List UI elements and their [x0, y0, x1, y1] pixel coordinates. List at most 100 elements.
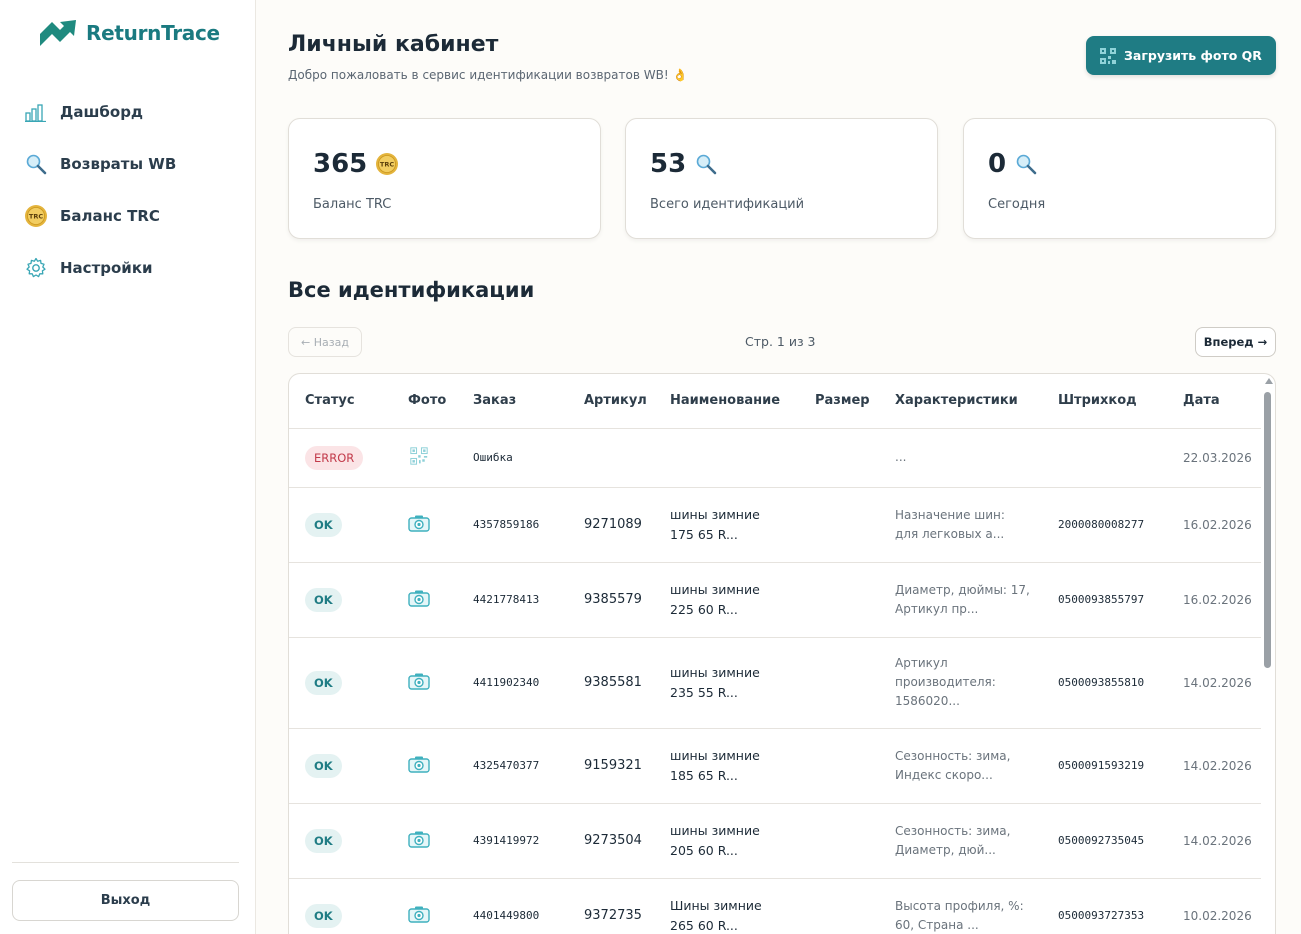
status-cell: OK	[289, 562, 392, 638]
status-badge: OK	[305, 512, 342, 537]
column-header[interactable]: Характеристики	[879, 374, 1042, 429]
column-header[interactable]: Наименование	[654, 374, 799, 429]
sidebar-item-balance[interactable]: TRC Баланс TRC	[0, 190, 255, 242]
camera-icon[interactable]	[408, 590, 430, 610]
characteristics-cell: Сезонность: зима, Индекс скоро...	[879, 728, 1042, 804]
name-text: шины зимние 235 55 R...	[670, 664, 760, 700]
column-header[interactable]: Штрихкод	[1042, 374, 1167, 429]
photo-cell[interactable]	[392, 803, 457, 879]
characteristics-text: Артикул производителя: 1586020...	[895, 656, 996, 708]
stat-label: Баланс TRC	[313, 197, 392, 212]
photo-cell[interactable]	[392, 562, 457, 638]
column-header[interactable]: Артикул	[568, 374, 654, 429]
return-arrow-logo-icon	[40, 20, 76, 46]
sidebar-item-returns[interactable]: Возвраты WB	[0, 138, 255, 190]
size-cell	[799, 878, 879, 934]
column-header[interactable]: Фото	[392, 374, 457, 429]
size-cell	[799, 562, 879, 638]
table-scrollbar[interactable]	[1262, 376, 1274, 934]
article-cell: 9385581	[568, 637, 654, 729]
sidebar-item-dashboard[interactable]: Дашборд	[0, 86, 255, 138]
characteristics-cell: Назначение шин: для легковых а...	[879, 487, 1042, 563]
date-cell: 16.02.2026	[1167, 487, 1261, 563]
scroll-up-arrow-icon[interactable]	[1265, 378, 1273, 384]
size-cell	[799, 428, 879, 488]
photo-cell[interactable]	[392, 428, 457, 488]
article-cell: 9372735	[568, 878, 654, 934]
photo-cell[interactable]	[392, 487, 457, 563]
column-header[interactable]: Статус	[289, 374, 392, 429]
name-cell: шины зимние 225 60 R...	[654, 562, 799, 638]
name-cell: шины зимние 205 60 R...	[654, 803, 799, 879]
table-header-row: Статус Фото Заказ Артикул Наименование Р…	[289, 374, 1261, 429]
date-cell: 14.02.2026	[1167, 728, 1261, 804]
magnifier-icon	[24, 152, 48, 176]
order-cell: 4421778413	[457, 562, 568, 638]
name-text: шины зимние 225 60 R...	[670, 581, 760, 617]
trc-coin-icon: TRC	[24, 204, 48, 228]
table-row[interactable]: OK 4411902340 9385581 шины зимние 235 55 R.…	[289, 637, 1261, 729]
barcode-cell: 2000080008277	[1042, 487, 1167, 563]
size-cell	[799, 803, 879, 879]
status-cell: OK	[289, 728, 392, 804]
barcode-cell: 0500091593219	[1042, 728, 1167, 804]
sidebar-item-settings[interactable]: Настройки	[0, 242, 255, 294]
order-cell: Ошибка	[457, 428, 568, 488]
status-cell: ERROR	[289, 428, 392, 488]
magnifier-icon	[694, 152, 718, 176]
camera-icon[interactable]	[408, 515, 430, 535]
order-cell: 4401449800	[457, 878, 568, 934]
table-row[interactable]: OK 4357859186 9271089 шины зимние 175 65 R.…	[289, 487, 1261, 563]
status-badge: OK	[305, 670, 342, 695]
characteristics-text: Высота профиля, %: 60, Страна ...	[895, 898, 1024, 932]
next-page-button[interactable]: Вперед →	[1195, 327, 1276, 357]
camera-icon[interactable]	[408, 756, 430, 776]
date-cell: 14.02.2026	[1167, 803, 1261, 879]
svg-text:TRC: TRC	[29, 213, 43, 221]
camera-icon[interactable]	[408, 831, 430, 851]
characteristics-text: Сезонность: зима, Диаметр, дюй...	[895, 823, 1011, 857]
camera-icon[interactable]	[408, 906, 430, 926]
photo-cell[interactable]	[392, 878, 457, 934]
status-cell: OK	[289, 487, 392, 563]
logout-button[interactable]: Выход	[12, 880, 239, 921]
prev-page-button[interactable]: ← Назад	[288, 327, 362, 357]
name-text: шины зимние 185 65 R...	[670, 747, 760, 783]
status-cell: OK	[289, 637, 392, 729]
qr-icon[interactable]	[408, 447, 430, 468]
page-title: Личный кабинет	[288, 32, 499, 57]
article-cell: 9159321	[568, 728, 654, 804]
sidebar-item-label: Дашборд	[60, 103, 144, 121]
stat-label: Всего идентификаций	[650, 197, 805, 212]
camera-icon[interactable]	[408, 673, 430, 693]
size-cell	[799, 728, 879, 804]
upload-qr-button[interactable]: Загрузить фото QR	[1086, 36, 1276, 75]
characteristics-text: ...	[895, 450, 907, 464]
svg-text:TRC: TRC	[380, 161, 394, 169]
scroll-thumb[interactable]	[1264, 392, 1271, 668]
status-badge: ERROR	[305, 445, 364, 470]
characteristics-cell: Диаметр, дюймы: 17, Артикул пр...	[879, 562, 1042, 638]
article-cell: 9271089	[568, 487, 654, 563]
sidebar-nav: Дашборд Возвраты WB TRC Баланс TRC Настр…	[0, 86, 255, 294]
column-header[interactable]: Заказ	[457, 374, 568, 429]
date-cell: 22.03.2026	[1167, 428, 1261, 488]
stat-value: 53	[650, 149, 687, 179]
trc-coin-icon: TRC	[375, 152, 399, 176]
column-header[interactable]: Размер	[799, 374, 879, 429]
date-cell: 10.02.2026	[1167, 878, 1261, 934]
order-cell: 4411902340	[457, 637, 568, 729]
photo-cell[interactable]	[392, 728, 457, 804]
photo-cell[interactable]	[392, 637, 457, 729]
characteristics-cell: Сезонность: зима, Диаметр, дюй...	[879, 803, 1042, 879]
table-row[interactable]: OK 4325470377 9159321 шины зимние 185 65 R.…	[289, 728, 1261, 804]
order-cell: 4391419972	[457, 803, 568, 879]
table-row[interactable]: OK 4421778413 9385579 шины зимние 225 60 R.…	[289, 562, 1261, 638]
table-row[interactable]: ERROR Ошибка... 22.03.2026	[289, 428, 1261, 488]
table-row[interactable]: OK 4391419972 9273504 шины зимние 205 60 R.…	[289, 803, 1261, 879]
bar-chart-icon	[24, 100, 48, 124]
column-header[interactable]: Дата	[1167, 374, 1261, 429]
table-row[interactable]: OK 4401449800 9372735 Шины зимние 265 60 R.…	[289, 878, 1261, 934]
sidebar-item-label: Баланс TRC	[60, 207, 160, 225]
brand[interactable]: ReturnTrace	[38, 18, 220, 48]
